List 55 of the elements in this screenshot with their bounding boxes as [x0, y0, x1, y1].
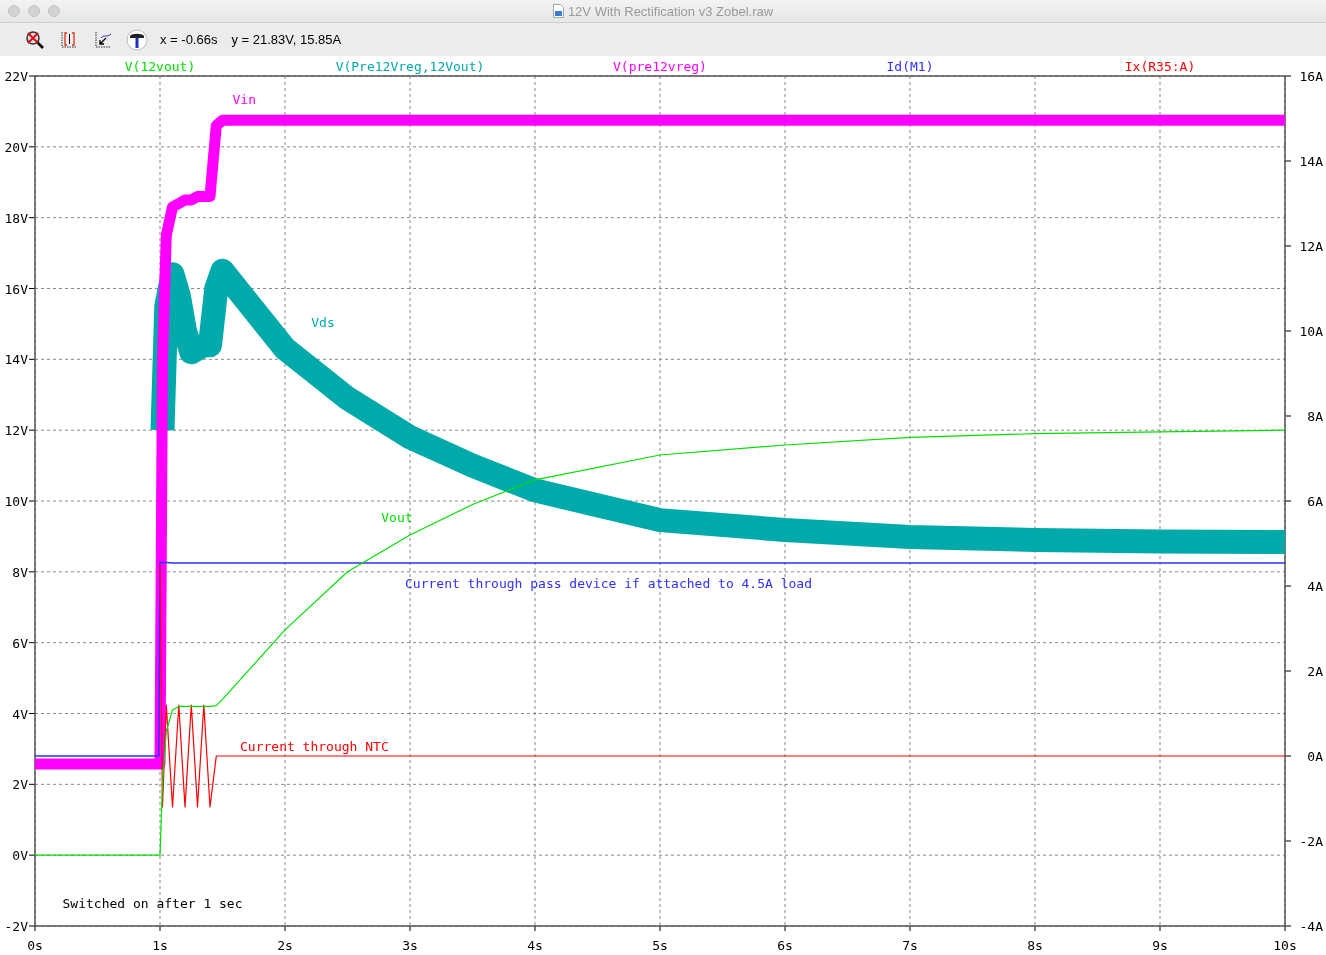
left-axis-tick-label: 16V — [4, 281, 28, 297]
right-axis-tick-label: 4A — [1307, 579, 1323, 594]
x-axis-tick-label: 8s — [1027, 938, 1043, 953]
right-axis-tick-label: 6A — [1307, 494, 1323, 509]
tool-button[interactable] — [124, 26, 150, 53]
right-axis-tick-label: 10A — [1299, 324, 1323, 339]
x-axis-tick-label: 1s — [152, 938, 168, 953]
left-axis-tick-label: 14V — [4, 352, 28, 368]
left-axis-tick-label: 0V — [12, 848, 28, 864]
hammer-icon — [126, 28, 148, 51]
x-axis-tick-label: 9s — [1152, 938, 1168, 953]
y-cursor-readout: y = 21.83V, 15.85A — [231, 32, 342, 47]
plot-annotation: Current through NTC — [240, 738, 389, 754]
x-axis-tick-label: 7s — [902, 938, 918, 953]
left-axis-tick-label: 20V — [4, 139, 28, 155]
x-axis-tick-label: 2s — [277, 938, 293, 953]
left-axis-tick-label: -2V — [4, 919, 28, 934]
x-axis-tick-label: 6s — [777, 938, 793, 953]
document-icon — [552, 4, 564, 18]
left-axis-tick-label: 18V — [4, 210, 28, 226]
magnifier-cross-icon — [25, 29, 45, 50]
x-cursor-readout: x = -0.66s — [160, 32, 218, 47]
left-axis-tick-label: 8V — [12, 564, 28, 580]
left-axis-tick-label: 4V — [12, 706, 28, 722]
plot-annotation: Vout — [381, 510, 413, 526]
x-axis-tick-label: 10s — [1273, 938, 1297, 953]
plot-annotation: Vin — [232, 92, 256, 108]
right-axis-tick-label: 14A — [1299, 154, 1323, 169]
trace-name-label[interactable]: Id(M1) — [886, 59, 934, 74]
x-axis-tick-label: 4s — [527, 938, 543, 953]
trace-name-label[interactable]: Ix(R35:A) — [1124, 59, 1196, 74]
plot-annotation: Current through pass device if attached to 4.5A load — [405, 575, 812, 591]
right-axis-tick-label: 2A — [1307, 664, 1323, 679]
arrow-curve-icon — [93, 29, 113, 50]
left-axis-tick-label: 2V — [12, 777, 28, 793]
x-axis-tick-label: 3s — [402, 938, 418, 953]
left-axis-tick-label: 10V — [4, 494, 28, 509]
window-title: 12V With Rectification v3 Zobel.raw — [567, 3, 774, 19]
trace-name-label[interactable]: V(pre12vreg) — [613, 59, 707, 74]
left-axis-tick-label: 12V — [4, 423, 28, 439]
right-axis-tick-label: 8A — [1307, 409, 1323, 424]
right-axis-tick-label: 12A — [1299, 239, 1323, 254]
plot-annotation: Vds — [311, 315, 335, 331]
x-axis-tick-label: 5s — [652, 938, 668, 953]
bracket-icon — [59, 29, 79, 50]
right-axis-tick-label: 0A — [1307, 749, 1323, 764]
plot-annotation: Switched on after 1 sec — [62, 896, 243, 912]
right-axis-tick-label: -4A — [1299, 919, 1323, 934]
right-axis-tick-label: -2A — [1299, 834, 1323, 849]
right-axis-tick-label: 16A — [1299, 69, 1323, 84]
x-axis-tick-label: 0s — [27, 938, 43, 953]
left-axis-tick-label: 6V — [12, 635, 28, 651]
trace-name-label[interactable]: V(12vout) — [124, 59, 196, 74]
trace-name-label[interactable]: V(Pre12Vreg,12Vout) — [335, 59, 485, 74]
left-axis-tick-label: 22V — [4, 69, 28, 84]
